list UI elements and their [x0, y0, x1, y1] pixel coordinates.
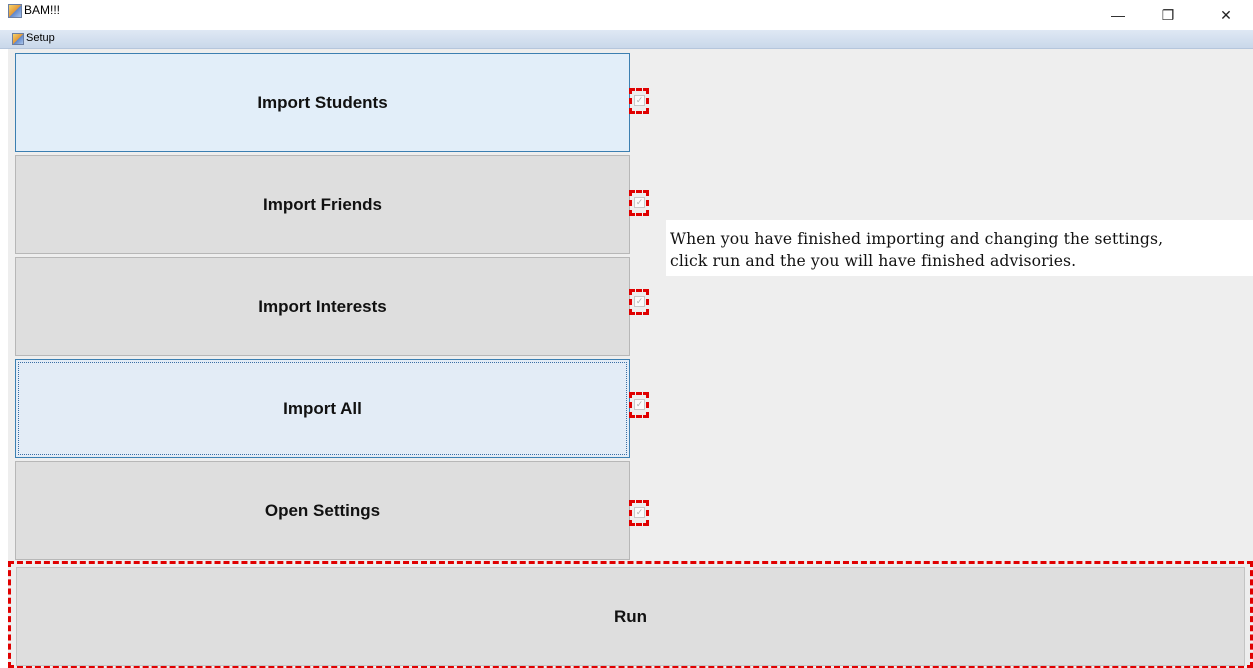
check-icon: ✓	[634, 507, 645, 518]
menu-bar: Setup	[0, 30, 1253, 49]
import-all-label: Import All	[283, 398, 362, 418]
instructions-text: When you have finished importing and cha…	[666, 220, 1253, 276]
open-settings-label: Open Settings	[264, 500, 381, 520]
instructions-line-1: When you have finished importing and cha…	[670, 230, 1164, 248]
java-app-icon	[12, 33, 24, 45]
minimize-icon: —	[1111, 7, 1125, 23]
import-interests-label: Import Interests	[258, 296, 387, 316]
check-icon: ✓	[634, 296, 645, 307]
open-settings-checkbox[interactable]: ✓	[629, 500, 651, 528]
title-bar: BAM!!! — ❐ ✕	[0, 0, 1253, 30]
import-interests-button[interactable]: Import Interests	[15, 257, 630, 356]
open-settings-button[interactable]: Open Settings	[15, 461, 630, 560]
check-icon: ✓	[634, 399, 645, 410]
import-friends-button[interactable]: Import Friends	[15, 155, 630, 254]
java-app-icon	[8, 4, 22, 18]
menu-setup[interactable]: Setup	[26, 32, 55, 44]
restore-icon: ❐	[1161, 6, 1175, 23]
import-all-checkbox[interactable]: ✓	[629, 392, 651, 420]
run-button[interactable]: Run	[16, 567, 1245, 666]
restore-button[interactable]: ❐	[1150, 0, 1186, 30]
import-students-checkbox[interactable]: ✓	[629, 88, 651, 116]
import-students-label: Import Students	[257, 92, 388, 112]
import-interests-checkbox[interactable]: ✓	[629, 289, 651, 317]
run-highlight-box: Run	[8, 561, 1253, 668]
import-all-button[interactable]: Import All	[15, 359, 630, 458]
run-label: Run	[613, 606, 648, 626]
import-friends-checkbox[interactable]: ✓	[629, 190, 651, 218]
import-friends-label: Import Friends	[262, 194, 382, 214]
instructions-line-2: click run and the you will have finished…	[670, 252, 1077, 270]
minimize-button[interactable]: —	[1100, 0, 1136, 30]
main-panel: Import Students ✓ Import Friends ✓ Impor…	[8, 49, 1253, 668]
close-button[interactable]: ✕	[1208, 0, 1244, 30]
check-icon: ✓	[634, 197, 645, 208]
window-title: BAM!!!	[24, 3, 61, 17]
check-icon: ✓	[634, 95, 645, 106]
close-icon: ✕	[1220, 6, 1232, 23]
import-students-button[interactable]: Import Students	[15, 53, 630, 152]
